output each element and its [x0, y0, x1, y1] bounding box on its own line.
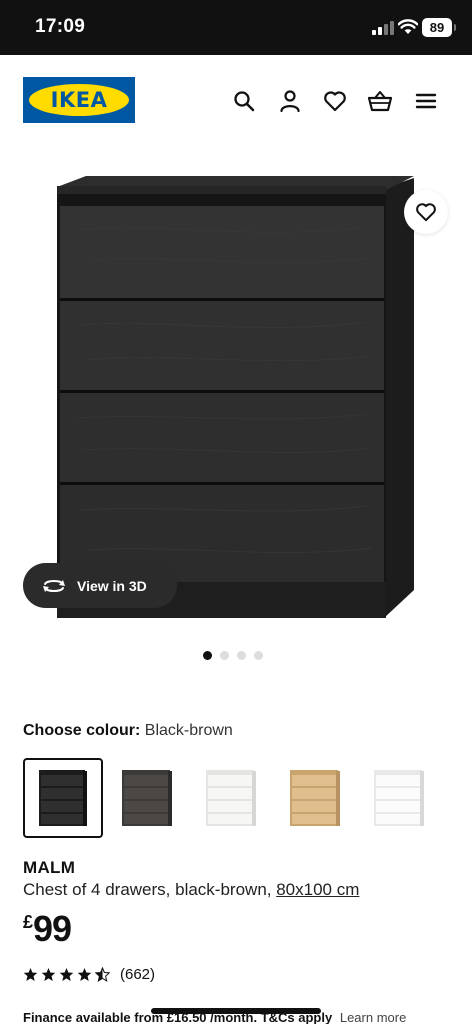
product-price: £99 — [23, 908, 72, 950]
review-count: (662) — [120, 966, 156, 983]
product-rating[interactable]: (662) — [23, 966, 155, 983]
star-full-icon — [59, 967, 74, 981]
battery-indicator: 89 — [422, 18, 456, 37]
product-description: Chest of 4 drawers, black-brown, 80x100 … — [23, 880, 359, 900]
view-in-3d-label: View in 3D — [77, 577, 147, 594]
gallery-dot[interactable] — [220, 651, 229, 660]
selected-colour: Black-brown — [144, 722, 233, 739]
logo-oval: IKEA — [29, 84, 129, 116]
view-in-3d-button[interactable]: View in 3D — [23, 563, 177, 608]
gallery-dot[interactable] — [254, 651, 263, 660]
wifi-icon — [398, 19, 418, 34]
price-currency: £ — [23, 912, 34, 932]
add-to-favourites-button[interactable] — [404, 190, 448, 234]
user-icon — [280, 90, 300, 113]
home-indicator[interactable] — [151, 1008, 321, 1014]
swatch-image — [374, 770, 424, 826]
star-half-icon — [95, 967, 110, 982]
swatch-image — [206, 770, 256, 826]
account-button[interactable] — [277, 88, 303, 114]
star-full-icon — [41, 967, 56, 981]
swatch-image — [290, 770, 340, 826]
price-value: 99 — [33, 908, 72, 949]
heart-outline-icon — [416, 203, 436, 222]
logo-text: IKEA — [50, 88, 108, 112]
gallery-dot[interactable] — [203, 651, 212, 660]
hamburger-menu-icon — [415, 93, 437, 109]
gallery-pagination — [203, 651, 263, 660]
swatch-image — [122, 770, 172, 826]
product-description-text: Chest of 4 drawers, black-brown, — [23, 880, 277, 899]
star-full-icon — [77, 967, 92, 981]
colour-swatch-dark-grey[interactable] — [107, 758, 187, 838]
star-full-icon — [23, 967, 38, 981]
finance-learn-more-link[interactable]: Learn more — [340, 1010, 406, 1024]
ikea-logo[interactable]: IKEA — [23, 77, 135, 123]
basket-icon — [367, 91, 393, 112]
product-size-link[interactable]: 80x100 cm — [276, 880, 359, 899]
colour-swatch-white[interactable] — [191, 758, 271, 838]
status-time: 17:09 — [35, 16, 86, 37]
rating-stars — [23, 967, 110, 982]
swatch-image — [39, 770, 87, 826]
search-button[interactable] — [231, 88, 257, 114]
search-icon — [234, 91, 255, 112]
favourites-button[interactable] — [322, 88, 348, 114]
site-header: IKEA — [0, 55, 472, 150]
menu-button[interactable] — [413, 88, 439, 114]
product-name: MALM — [23, 858, 76, 877]
cellular-signal-icon — [372, 21, 396, 35]
rotate-3d-icon — [43, 579, 65, 592]
colour-swatch-oak[interactable] — [275, 758, 355, 838]
colour-swatch-high-gloss-white[interactable] — [359, 758, 439, 838]
gallery-dot[interactable] — [237, 651, 246, 660]
status-bar: 17:09 89 — [0, 0, 472, 55]
basket-button[interactable] — [367, 88, 393, 114]
colour-chooser: Choose colour: Black-brown — [23, 722, 233, 740]
colour-swatch-black-brown[interactable] — [23, 758, 103, 838]
heart-icon — [324, 91, 346, 112]
colour-label: Choose colour: — [23, 722, 141, 739]
